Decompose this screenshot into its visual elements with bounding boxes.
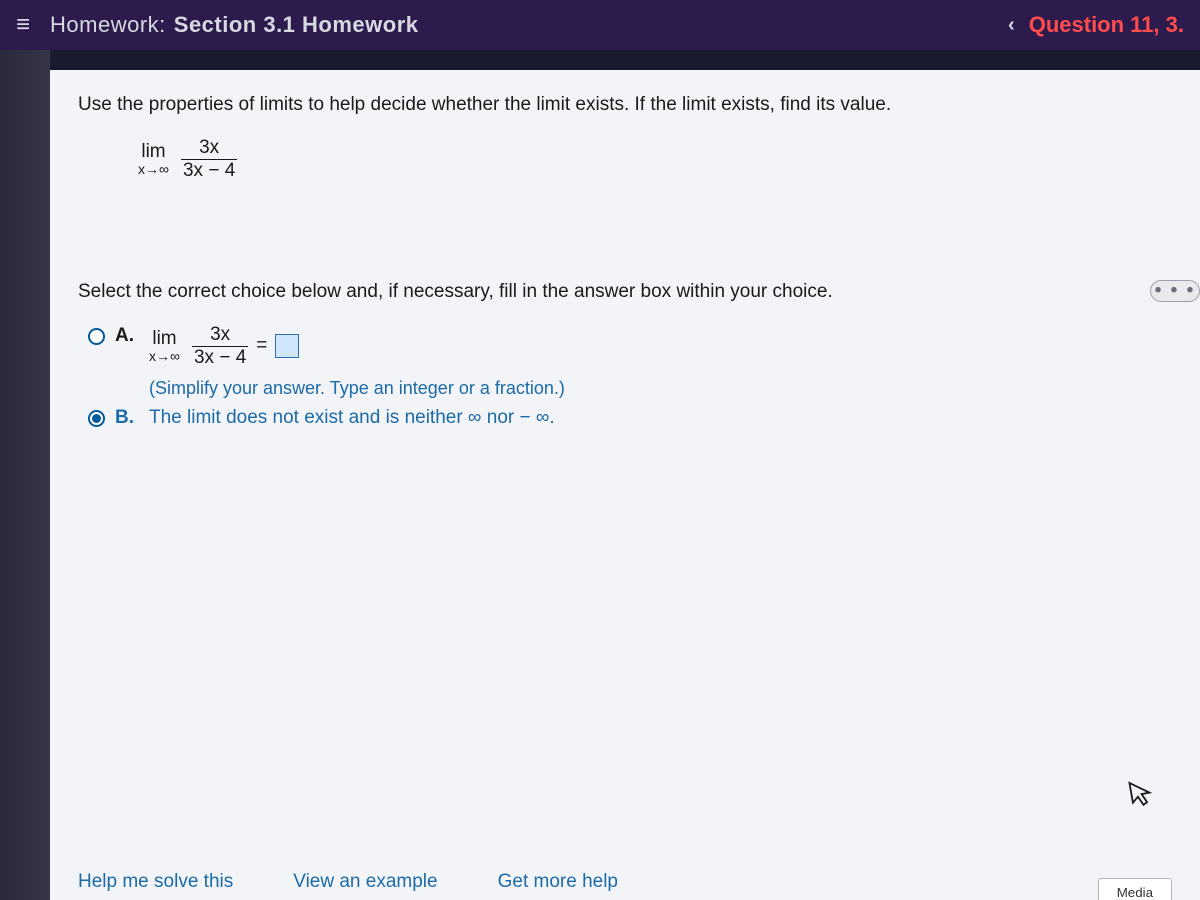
more-options-button[interactable]: • • • bbox=[1150, 280, 1200, 302]
fraction: 3x 3x − 4 bbox=[181, 138, 237, 181]
choice-b-radio[interactable] bbox=[88, 410, 105, 427]
view-example-link[interactable]: View an example bbox=[293, 871, 437, 893]
choice-b-text: The limit does not exist and is neither … bbox=[149, 407, 555, 429]
choice-a-denominator: 3x − 4 bbox=[192, 348, 248, 368]
help-me-solve-link[interactable]: Help me solve this bbox=[78, 871, 233, 893]
question-panel: Use the properties of limits to help dec… bbox=[50, 70, 1200, 900]
choices-group: A. lim x→∞ 3x 3x − 4 = (Simplify your an… bbox=[88, 325, 1172, 429]
media-button[interactable]: Media bbox=[1098, 878, 1172, 900]
choice-a-numerator: 3x bbox=[208, 325, 232, 345]
choice-a-answer-input[interactable] bbox=[275, 334, 299, 358]
fraction-denominator: 3x − 4 bbox=[181, 161, 237, 181]
top-bar: ≡ Homework: Section 3.1 Homework ‹ Quest… bbox=[0, 0, 1200, 50]
chevron-left-icon[interactable]: ‹ bbox=[1008, 14, 1015, 37]
homework-title: Section 3.1 Homework bbox=[174, 12, 419, 38]
choice-a-hint: (Simplify your answer. Type an integer o… bbox=[149, 378, 565, 399]
choice-a-radio[interactable] bbox=[88, 328, 105, 345]
choice-b-label: B. bbox=[115, 407, 137, 429]
left-gutter bbox=[0, 50, 50, 900]
footer-links: Help me solve this View an example Get m… bbox=[78, 864, 1172, 900]
choice-a-lim-sub: x→∞ bbox=[149, 349, 180, 364]
menu-icon[interactable]: ≡ bbox=[16, 11, 30, 39]
choice-a: A. lim x→∞ 3x 3x − 4 = (Simplify your an… bbox=[88, 325, 1172, 399]
get-more-help-link[interactable]: Get more help bbox=[498, 871, 618, 893]
select-instruction: Select the correct choice below and, if … bbox=[78, 281, 1172, 303]
question-number-label: Question 11, 3. bbox=[1029, 12, 1184, 38]
limit-expression: lim x→∞ 3x 3x − 4 bbox=[138, 138, 237, 181]
lim-subscript: x→∞ bbox=[138, 162, 169, 177]
choice-b: B. The limit does not exist and is neith… bbox=[88, 407, 1172, 429]
homework-label: Homework: bbox=[50, 12, 166, 38]
problem-instruction: Use the properties of limits to help dec… bbox=[78, 94, 1172, 116]
equals-sign: = bbox=[256, 335, 267, 357]
cursor-icon bbox=[1127, 777, 1157, 816]
fraction-numerator: 3x bbox=[197, 138, 221, 158]
lim-word: lim bbox=[141, 142, 165, 162]
choice-a-label: A. bbox=[115, 325, 137, 347]
choice-a-lim-word: lim bbox=[152, 329, 176, 349]
